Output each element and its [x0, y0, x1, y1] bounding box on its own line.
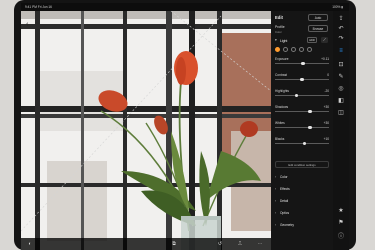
- slider-knob[interactable]: [308, 109, 312, 113]
- section-geometry[interactable]: › Geometry: [275, 223, 329, 229]
- slider-knob[interactable]: [301, 61, 305, 65]
- info-icon[interactable]: ⓘ: [337, 233, 345, 241]
- tone-curve-icon[interactable]: ⟋: [321, 37, 328, 43]
- section-label: Detail: [280, 199, 289, 203]
- section-label: Optics: [280, 211, 290, 215]
- flag-icon[interactable]: ⚑: [337, 219, 345, 227]
- color-swatch[interactable]: [307, 47, 312, 52]
- panel-title: Edit: [275, 15, 283, 20]
- slider-label: Contrast: [275, 73, 288, 77]
- status-bar: 9:41 PM Fri Jun 16 100% ▮: [21, 3, 349, 11]
- slider-track[interactable]: [275, 111, 329, 112]
- slider-label: Blacks: [275, 137, 285, 141]
- photo-canvas[interactable]: ‹ ◐ ⧉ ↺ ⎍ ⋯: [21, 11, 271, 250]
- slider-knob[interactable]: [303, 141, 307, 145]
- chevron-right-icon: ›: [275, 175, 277, 179]
- slider-track[interactable]: [275, 127, 329, 128]
- slider-track[interactable]: [275, 95, 329, 96]
- slider-highlights[interactable]: Highlights -20: [275, 89, 329, 99]
- slider-exposure[interactable]: Exposure +0.11: [275, 57, 329, 67]
- light-section-label: Light: [280, 38, 288, 43]
- color-swatches: [275, 47, 329, 53]
- copy-icon[interactable]: ⧉: [171, 241, 177, 247]
- edit-condition-settings-button[interactable]: Edit condition settings: [275, 161, 329, 168]
- share-icon[interactable]: ⇪: [337, 15, 345, 23]
- more-icon[interactable]: ⋯: [257, 241, 263, 247]
- slider-value: +30: [323, 105, 329, 109]
- redo-icon[interactable]: ↷: [337, 35, 345, 43]
- slider-label: Exposure: [275, 57, 289, 61]
- profile-label: Profile: [275, 25, 285, 29]
- slider-blacks[interactable]: Blacks +10: [275, 137, 329, 147]
- app-screen: 9:41 PM Fri Jun 16 100% ▮ ‹ ◐ ⧉ ↺ ⎍ ⋯ Ed…: [21, 3, 349, 250]
- color-swatch[interactable]: [299, 47, 304, 52]
- browse-profile-button[interactable]: Browse: [308, 25, 328, 32]
- reset-icon[interactable]: ↺: [217, 241, 223, 247]
- chevron-down-icon: ▾: [275, 38, 277, 42]
- slider-label: Whites: [275, 121, 285, 125]
- back-button[interactable]: ‹: [26, 21, 34, 29]
- slider-label: Highlights: [275, 89, 289, 93]
- section-effects[interactable]: › Effects: [275, 187, 329, 193]
- color-swatch[interactable]: [275, 47, 280, 52]
- versions-icon[interactable]: ◫: [337, 109, 345, 117]
- color-swatch[interactable]: [291, 47, 296, 52]
- star-icon[interactable]: ★: [337, 207, 345, 215]
- chevron-right-icon: ›: [275, 199, 277, 203]
- tulip-photo: [21, 11, 271, 250]
- slider-knob[interactable]: [300, 77, 304, 81]
- slider-value: +0.11: [321, 57, 329, 61]
- status-time: 9:41 PM Fri Jun 16: [25, 5, 52, 9]
- slider-value: -20: [324, 89, 329, 93]
- tool-rail: ⇪ ↶ ↷ ≡ ⊡ ✎ ◎ ◧ ◫ ★ ⚑ ⓘ: [333, 11, 349, 250]
- slider-value: +10: [323, 137, 329, 141]
- color-swatch[interactable]: [283, 47, 288, 52]
- section-label: Geometry: [280, 223, 294, 227]
- auto-button[interactable]: Auto: [308, 14, 328, 21]
- slider-track[interactable]: [275, 143, 329, 144]
- slider-knob[interactable]: [308, 125, 312, 129]
- slider-knob[interactable]: [294, 93, 299, 97]
- profile-value: Color: [275, 29, 282, 34]
- heal-icon[interactable]: ✎: [337, 73, 345, 81]
- slider-label: Shadows: [275, 105, 289, 109]
- photo-overlay-toolbar: ◐ ⧉ ↺ ⎍ ⋯: [21, 238, 271, 250]
- section-detail[interactable]: › Detail: [275, 199, 329, 205]
- slider-value: 0: [327, 73, 329, 77]
- edit-panel: Edit Auto Profile Color Browse ▾ Light H…: [271, 11, 333, 250]
- before-after-icon[interactable]: ⎍: [237, 241, 243, 247]
- section-label: Effects: [280, 187, 290, 191]
- mask-icon[interactable]: ◎: [337, 85, 345, 93]
- slider-value: +30: [323, 121, 329, 125]
- section-optics[interactable]: › Optics: [275, 211, 329, 217]
- sliders-icon[interactable]: ≡: [337, 47, 345, 55]
- slider-shadows[interactable]: Shadows +30: [275, 105, 329, 115]
- compare-icon[interactable]: ◐: [27, 241, 33, 247]
- chevron-right-icon: ›: [275, 211, 277, 215]
- undo-icon[interactable]: ↶: [337, 25, 345, 33]
- section-label: Color: [280, 175, 288, 179]
- section-color[interactable]: › Color: [275, 175, 329, 181]
- slider-contrast[interactable]: Contrast 0: [275, 73, 329, 83]
- slider-whites[interactable]: Whites +30: [275, 121, 329, 131]
- crop-icon[interactable]: ⊡: [337, 61, 345, 69]
- status-system: 100% ▮: [332, 5, 343, 9]
- hdr-button[interactable]: HDR: [307, 37, 317, 43]
- presets-icon[interactable]: ◧: [337, 97, 345, 105]
- chevron-right-icon: ›: [275, 223, 277, 227]
- light-section-header[interactable]: ▾ Light HDR ⟋: [275, 37, 329, 44]
- chevron-right-icon: ›: [275, 187, 277, 191]
